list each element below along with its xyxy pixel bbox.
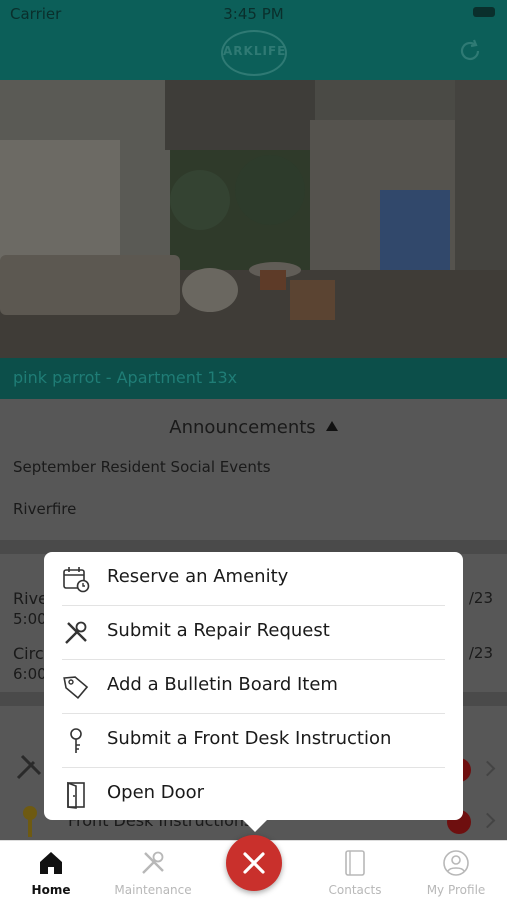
- door-icon: [67, 781, 85, 809]
- menu-item-label: Reserve an Amenity: [107, 566, 289, 587]
- tools-icon: [142, 851, 164, 874]
- menu-item-repair-request[interactable]: Submit a Repair Request: [44, 606, 463, 659]
- tools-icon: [16, 754, 42, 780]
- key-icon: [23, 806, 37, 837]
- action-menu: Reserve an Amenity Submit a Repair Reque…: [44, 552, 463, 832]
- tag-icon: [63, 676, 89, 699]
- menu-item-label: Submit a Repair Request: [107, 620, 330, 641]
- announcements-title: Announcements: [169, 417, 316, 438]
- tab-label: Home: [31, 883, 71, 897]
- unit-label: pink parrot - Apartment 13x: [13, 368, 238, 387]
- home-icon: [40, 852, 62, 874]
- contacts-icon: [345, 850, 365, 876]
- tools-icon: [65, 621, 87, 644]
- event-date: /23: [468, 644, 493, 662]
- app-logo: ARKLIFE: [221, 30, 287, 76]
- event-time: 5:00: [13, 610, 47, 628]
- event-date: /23: [468, 589, 493, 607]
- tab-my-profile[interactable]: My Profile: [406, 849, 506, 899]
- event-time: 6:00: [13, 665, 47, 683]
- announcement-item[interactable]: Riverfire: [13, 500, 76, 518]
- status-time: 3:45 PM: [223, 5, 284, 23]
- event-title[interactable]: Rive: [13, 589, 48, 608]
- menu-item-label: Add a Bulletin Board Item: [107, 674, 338, 695]
- battery-icon: [473, 7, 495, 17]
- profile-icon: [443, 850, 469, 876]
- property-photo: [0, 80, 507, 358]
- tab-contacts[interactable]: Contacts: [305, 849, 405, 899]
- refresh-icon[interactable]: [457, 38, 483, 64]
- announcements-toggle[interactable]: Announcements: [0, 417, 507, 438]
- menu-item-reserve-amenity[interactable]: Reserve an Amenity: [44, 552, 463, 605]
- tab-label: Contacts: [328, 883, 382, 897]
- tab-label: Maintenance: [114, 883, 192, 897]
- close-icon: [243, 852, 265, 874]
- menu-item-front-desk-instruction[interactable]: Submit a Front Desk Instruction: [44, 714, 463, 767]
- unit-bar[interactable]: pink parrot - Apartment 13x: [0, 358, 507, 399]
- menu-item-bulletin-board[interactable]: Add a Bulletin Board Item: [44, 660, 463, 713]
- tab-home[interactable]: Home: [1, 849, 101, 899]
- close-menu-button[interactable]: [226, 835, 282, 891]
- menu-item-label: Open Door: [107, 782, 205, 803]
- logo-text: ARKLIFE: [223, 44, 287, 58]
- header-bar: ARKLIFE: [0, 26, 507, 80]
- tab-label: My Profile: [426, 883, 486, 897]
- menu-item-open-door[interactable]: Open Door: [44, 768, 463, 821]
- status-bar: Carrier 3:45 PM: [0, 0, 507, 26]
- key-icon: [70, 728, 82, 753]
- collapse-arrow-icon: [325, 421, 338, 431]
- tab-maintenance[interactable]: Maintenance: [103, 849, 203, 899]
- menu-item-label: Submit a Front Desk Instruction: [107, 728, 392, 749]
- calendar-clock-icon: [63, 567, 90, 593]
- announcement-item[interactable]: September Resident Social Events: [13, 458, 271, 476]
